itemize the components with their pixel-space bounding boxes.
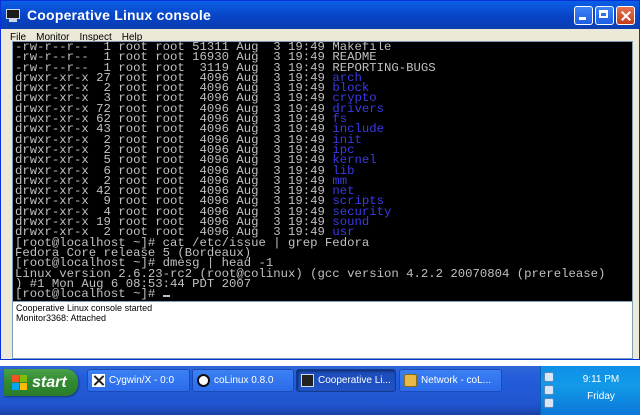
tray-display-icon[interactable] [544,385,554,395]
start-button[interactable]: start [4,369,78,396]
maximize-icon [596,7,613,24]
clock-day: Friday [587,391,615,402]
minimize-button[interactable] [574,5,593,25]
x-icon [92,374,105,387]
taskbar-item-colinux[interactable]: coLinux 0.8.0 [192,369,294,392]
system-tray: 9:11 PM Friday [540,366,640,415]
window-controls [574,5,635,25]
windows-logo-icon [12,375,27,390]
taskbar-item-label: Network - coL... [421,375,492,386]
status-log: Cooperative Linux console started Monito… [12,301,633,359]
terminal-screen[interactable]: -rw-r--r-- 1 root root 51311 Aug 3 19:49… [12,41,633,303]
close-button[interactable] [616,5,635,25]
window-title: Cooperative Linux console [27,7,211,23]
taskbar-item-label: coLinux 0.8.0 [214,375,274,386]
tray-volume-icon[interactable] [544,398,554,408]
title-bar[interactable]: Cooperative Linux console [1,1,639,29]
shell-prompt: [root@localhost ~]# [15,287,163,302]
taskbar-item-network[interactable]: Network - coL... [399,369,502,392]
taskbar-item-cygwin[interactable]: Cygwin/X - 0:0 [87,369,190,392]
log-line: Cooperative Linux console started [16,303,153,313]
colinux-icon [197,374,210,387]
taskbar-item-label: Cooperative Li... [318,375,391,386]
console-icon [301,374,314,387]
close-icon [617,7,634,24]
tray-network-icon[interactable] [544,372,554,382]
network-icon [404,374,417,387]
taskbar-item-label: Cygwin/X - 0:0 [109,375,175,386]
console-window: Cooperative Linux console File Monitor I… [0,0,640,360]
maximize-button[interactable] [595,5,614,25]
text-cursor [162,295,170,298]
taskbar-item-console[interactable]: Cooperative Li... [296,369,396,392]
minimize-icon [575,7,592,24]
console-app-icon [5,7,21,23]
start-label: start [32,373,67,391]
clock[interactable]: 9:11 PM Friday [563,373,639,403]
clock-time: 9:11 PM [582,374,620,385]
log-line: Monitor3368: Attached [16,313,107,323]
taskbar: start Cygwin/X - 0:0 coLinux 0.8.0 Coope… [0,366,640,415]
terminal-prompt-line: [root@localhost ~]# [13,287,632,302]
